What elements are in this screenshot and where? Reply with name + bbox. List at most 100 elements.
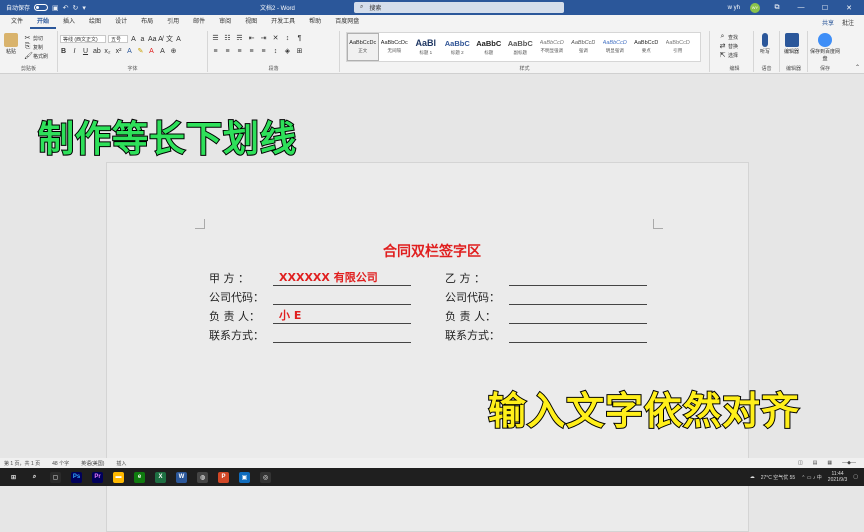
underline-icon[interactable]: U [82,48,89,55]
grow-font-icon[interactable]: A [130,36,137,43]
superscript-icon[interactable]: x² [115,48,122,55]
language[interactable]: 英语(美国) [81,460,104,467]
tab-3[interactable]: 绘图 [82,15,108,29]
text-effects-icon[interactable]: A [126,48,133,55]
phonetic-icon[interactable]: 文 [166,34,173,44]
style-item[interactable]: AaBl 标题 1 [410,33,442,61]
decrease-indent-icon[interactable]: ⇤ [248,34,255,42]
excel-icon[interactable]: X [155,471,166,483]
change-case-icon[interactable]: Aa [148,36,157,43]
clock[interactable]: 11:44 2021/9/3 [828,471,847,483]
multilevel-icon[interactable]: ☴ [236,34,243,42]
task-view-icon[interactable]: ▢ [50,471,61,483]
customize-icon[interactable]: ▾ [82,4,86,12]
strikethrough-icon[interactable]: ab [93,48,101,55]
style-item[interactable]: AaBbCcDc 无间隔 [379,33,411,61]
left-field-underline[interactable] [273,304,411,305]
read-mode-icon[interactable]: ▤ [813,460,818,466]
app-icon[interactable]: ◍ [197,471,208,483]
style-item[interactable]: AaBbC 副标题 [505,33,537,61]
tab-2[interactable]: 插入 [56,15,82,29]
style-item[interactable]: AaBbCcD 明显强调 [599,33,631,61]
font-name-select[interactable]: 等线 (西文正文) [60,35,106,43]
left-field-value[interactable]: 小 E [279,307,301,323]
tab-5[interactable]: 布局 [134,15,160,29]
collapse-ribbon-icon[interactable]: ⌃ [855,64,860,71]
highlight-icon[interactable]: ✎ [137,47,144,55]
copy-button[interactable]: ⎘ 复制 [24,43,43,51]
italic-icon[interactable]: I [71,48,78,55]
autosave-toggle[interactable] [34,4,49,11]
replace-button[interactable]: ⇄ 替换 [719,42,738,50]
style-item[interactable]: AaBbCcDc 正文 [347,33,379,61]
minimize-icon[interactable]: — [794,4,808,11]
tab-4[interactable]: 设计 [108,15,134,29]
style-item[interactable]: AaBbC 标题 [473,33,505,61]
maximize-icon[interactable]: ☐ [818,4,832,12]
undo-icon[interactable]: ↶ [63,4,69,12]
shrink-font-icon[interactable]: a [139,36,146,43]
redo-icon[interactable]: ↻ [73,4,79,12]
left-field-underline[interactable] [273,323,411,324]
weather-text[interactable]: 27°C 空气优 55 [761,474,796,481]
page-count[interactable]: 第 1 页，共 1 页 [4,460,40,467]
tab-7[interactable]: 邮件 [186,15,212,29]
char-border-icon[interactable]: A [175,36,182,43]
save-baidu-button[interactable]: 保存到百度网盘 [810,33,840,62]
shading-icon[interactable]: ◈ [284,47,291,55]
tab-6[interactable]: 引用 [160,15,186,29]
windows-start-icon[interactable]: ⊞ [8,472,19,483]
numbering-icon[interactable]: ☷ [224,34,231,42]
distribute-icon[interactable]: ≡ [260,48,267,55]
tab-10[interactable]: 开发工具 [264,15,302,29]
line-spacing-icon[interactable]: ↕ [272,48,279,55]
editor-button[interactable]: 编辑器 [784,33,799,55]
right-field-underline[interactable] [509,304,647,305]
style-item[interactable]: AaBbCcD 强调 [568,33,600,61]
find-button[interactable]: ⌕ 查找 [719,33,738,41]
app2-icon[interactable]: ▣ [239,471,250,483]
print-layout-icon[interactable]: ▦ [827,460,832,466]
tray-icons[interactable]: ⌃ ▭ ♪ 中 [801,474,822,481]
sort-icon[interactable]: ↕ [284,35,291,42]
style-item[interactable]: AaBbCcD 不明显强调 [536,33,568,61]
format-painter-button[interactable]: 🖌 格式刷 [24,52,48,60]
left-field-underline[interactable] [273,342,411,343]
insert-mode[interactable]: 插入 [116,460,126,467]
app3-icon[interactable]: ◎ [260,471,271,483]
clear-format-icon[interactable]: A̸ [157,36,164,43]
right-field-underline[interactable] [509,323,647,324]
style-item[interactable]: AaBbCcD 引用 [662,33,694,61]
avatar[interactable]: WY [750,2,760,13]
chinese-layout-icon[interactable]: ✕ [272,34,279,42]
save-icon[interactable]: ▣ [52,4,59,12]
comments-button[interactable]: 批注 [842,18,854,27]
increase-indent-icon[interactable]: ⇥ [260,34,267,42]
show-marks-icon[interactable]: ¶ [296,35,303,42]
focus-icon[interactable]: ◫ [798,460,803,466]
close-icon[interactable]: ✕ [842,4,856,12]
tab-12[interactable]: 百度网盘 [328,15,366,29]
bullets-icon[interactable]: ☰ [212,34,219,42]
edge-icon[interactable]: e [134,471,145,483]
right-field-underline[interactable] [509,342,647,343]
ribbon-display-icon[interactable]: ⧉ [770,4,784,12]
font-color-icon[interactable]: A [148,48,155,55]
bold-icon[interactable]: B [60,48,67,55]
align-center-icon[interactable]: ≡ [224,48,231,55]
zoom-slider[interactable]: —◆— [842,460,856,466]
char-shading-icon[interactable]: A [159,48,166,55]
premiere-icon[interactable]: Pr [92,471,103,483]
word-count[interactable]: 48 个字 [52,460,69,467]
enclose-char-icon[interactable]: ⊕ [170,47,177,55]
select-button[interactable]: ⇱ 选择 [719,51,738,59]
tab-8[interactable]: 审阅 [212,15,238,29]
photoshop-icon[interactable]: Ps [71,471,82,483]
justify-icon[interactable]: ≡ [248,48,255,55]
tab-1[interactable]: 开始 [30,15,57,29]
left-field-underline[interactable] [273,285,411,286]
powerpoint-icon[interactable]: P [218,471,229,483]
subscript-icon[interactable]: x₂ [104,48,111,55]
weather-icon[interactable]: ☁ [750,474,755,480]
tab-11[interactable]: 帮助 [302,15,328,29]
